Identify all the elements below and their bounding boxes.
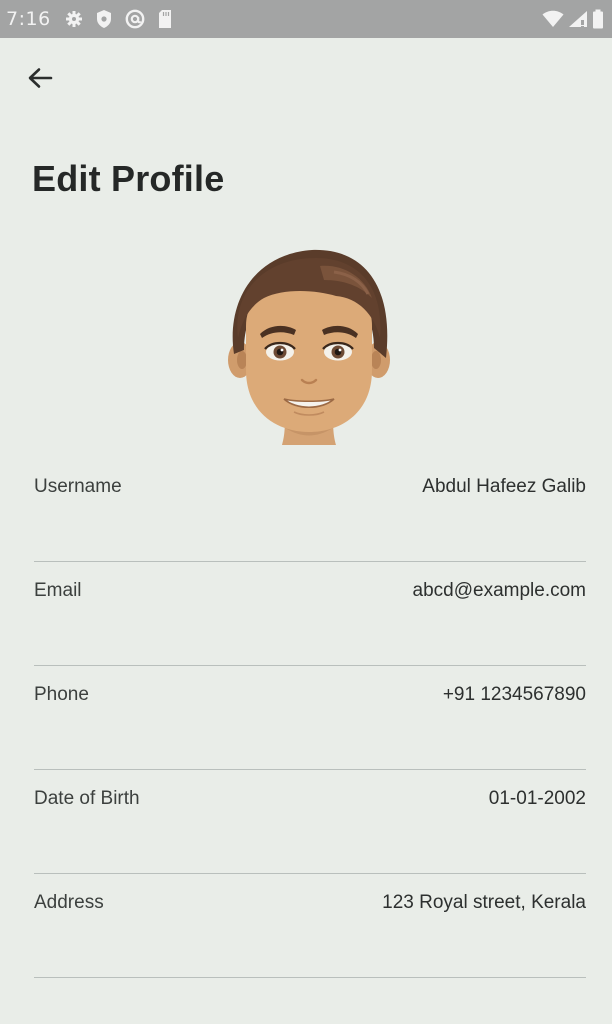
address-field[interactable]: Address 123 Royal street, Kerala (34, 874, 586, 978)
phone-label: Phone (34, 684, 89, 705)
avatar[interactable] (224, 242, 394, 448)
gear-icon (65, 10, 83, 28)
signal-icon (568, 10, 588, 28)
address-value: 123 Royal street, Kerala (382, 892, 586, 913)
username-label: Username (34, 476, 122, 497)
status-time: 7:16 (6, 8, 51, 30)
username-value: Abdul Hafeez Galib (422, 476, 586, 497)
username-field[interactable]: Username Abdul Hafeez Galib (34, 458, 586, 562)
profile-fields: Username Abdul Hafeez Galib Email abcd@e… (34, 458, 586, 978)
avatar-image (228, 249, 390, 445)
arrow-left-icon (27, 67, 53, 94)
email-value: abcd@example.com (412, 580, 586, 601)
status-bar: 7:16 (0, 0, 612, 38)
date-of-birth-value: 01-01-2002 (488, 788, 586, 809)
address-label: Address (34, 892, 104, 913)
edit-profile-screen: Edit Profile Username Abdul Hafeez Galib… (0, 38, 612, 1024)
phone-field[interactable]: Phone +91 1234567890 (34, 666, 586, 770)
status-right-icons (542, 9, 604, 29)
shield-icon (95, 9, 113, 29)
at-sign-icon (125, 9, 145, 29)
email-field[interactable]: Email abcd@example.com (34, 562, 586, 666)
phone-value: +91 1234567890 (442, 684, 586, 705)
battery-icon (592, 9, 604, 29)
back-button[interactable] (22, 62, 58, 98)
date-of-birth-label: Date of Birth (34, 788, 140, 809)
status-left-icons (65, 9, 173, 29)
page-title: Edit Profile (32, 158, 225, 199)
date-of-birth-field[interactable]: Date of Birth 01-01-2002 (34, 770, 586, 874)
wifi-icon (542, 10, 564, 28)
sd-card-icon (157, 9, 173, 29)
email-label: Email (34, 580, 82, 601)
